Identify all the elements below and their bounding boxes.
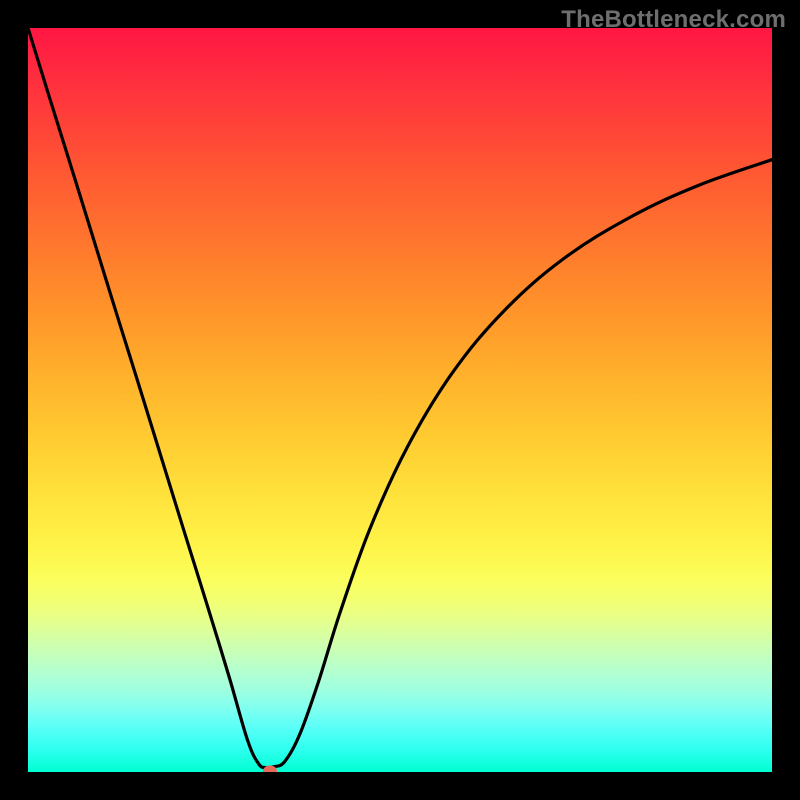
bottleneck-curve — [28, 28, 772, 772]
optimum-marker — [263, 765, 277, 772]
plot-area — [28, 28, 772, 772]
watermark-text: TheBottleneck.com — [561, 6, 786, 34]
chart-frame: TheBottleneck.com — [0, 0, 800, 800]
